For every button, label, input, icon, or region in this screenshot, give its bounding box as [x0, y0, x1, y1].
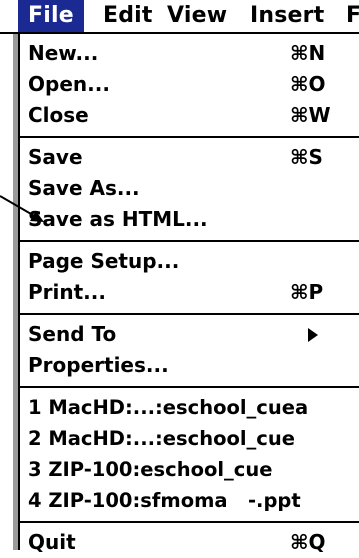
- menu-item-shortcut: ⌘P: [290, 280, 324, 304]
- menu-separator: [20, 240, 359, 242]
- menu-item-label: Quit: [28, 530, 76, 554]
- menu-item-save[interactable]: Save ⌘S: [28, 142, 356, 173]
- file-menu-dropdown: New... ⌘N Open... ⌘O Close ⌘W Save ⌘S Sa…: [18, 34, 359, 554]
- menu-item-send-to[interactable]: Send To: [28, 319, 356, 350]
- menu-item-label: New...: [28, 41, 99, 65]
- menu-item-label: 4 ZIP-100:sfmoma -.ppt: [28, 489, 301, 512]
- menu-item-label: 1 MacHD:...:eschool_cuea: [28, 396, 309, 419]
- menu-item-quit[interactable]: Quit ⌘Q: [28, 527, 356, 558]
- menu-item-label: Save As...: [28, 176, 140, 200]
- menu-view[interactable]: View: [167, 0, 227, 32]
- menu-item-save-as[interactable]: Save As...: [28, 173, 356, 204]
- menu-item-label: Print...: [28, 280, 106, 304]
- menu-item-shortcut: ⌘W: [290, 103, 331, 127]
- menu-item-label: Send To: [28, 322, 117, 346]
- menu-separator: [20, 386, 359, 388]
- menu-item-recent-3[interactable]: 3 ZIP-100:eschool_cue: [28, 454, 356, 485]
- menu-item-label: 2 MacHD:...:eschool_cue: [28, 427, 295, 450]
- submenu-arrow-icon: [308, 328, 318, 342]
- menu-item-shortcut: ⌘N: [290, 41, 326, 65]
- menu-item-label: 3 ZIP-100:eschool_cue: [28, 458, 273, 481]
- menu-item-label: Close: [28, 103, 89, 127]
- menu-separator: [20, 313, 359, 315]
- menu-item-shortcut: ⌘O: [290, 72, 326, 96]
- menu-item-save-as-html[interactable]: Save as HTML...: [28, 204, 356, 235]
- menu-item-label: Save: [28, 145, 83, 169]
- menu-item-recent-4[interactable]: 4 ZIP-100:sfmoma -.ppt: [28, 485, 356, 516]
- menu-separator: [20, 136, 359, 138]
- menu-separator: [20, 521, 359, 523]
- menu-item-new[interactable]: New... ⌘N: [28, 38, 356, 69]
- menu-item-recent-2[interactable]: 2 MacHD:...:eschool_cue: [28, 423, 356, 454]
- menu-bar: File Edit View Insert F: [0, 0, 359, 34]
- menu-insert[interactable]: Insert: [250, 0, 324, 32]
- menu-item-label: Save as HTML...: [28, 207, 208, 231]
- menu-edit[interactable]: Edit: [103, 0, 153, 32]
- menu-item-close[interactable]: Close ⌘W: [28, 100, 356, 131]
- menu-item-recent-1[interactable]: 1 MacHD:...:eschool_cuea: [28, 392, 356, 423]
- menu-item-properties[interactable]: Properties...: [28, 350, 356, 381]
- menu-item-shortcut: ⌘Q: [290, 530, 326, 554]
- menu-item-shortcut: ⌘S: [290, 145, 323, 169]
- menu-item-label: Page Setup...: [28, 249, 180, 273]
- menu-item-label: Properties...: [28, 353, 169, 377]
- menu-item-page-setup[interactable]: Page Setup...: [28, 246, 356, 277]
- menu-item-open[interactable]: Open... ⌘O: [28, 69, 356, 100]
- menu-item-print[interactable]: Print... ⌘P: [28, 277, 356, 308]
- menu-file[interactable]: File: [18, 0, 84, 32]
- menu-format-partial[interactable]: F: [346, 0, 359, 32]
- menu-item-label: Open...: [28, 72, 110, 96]
